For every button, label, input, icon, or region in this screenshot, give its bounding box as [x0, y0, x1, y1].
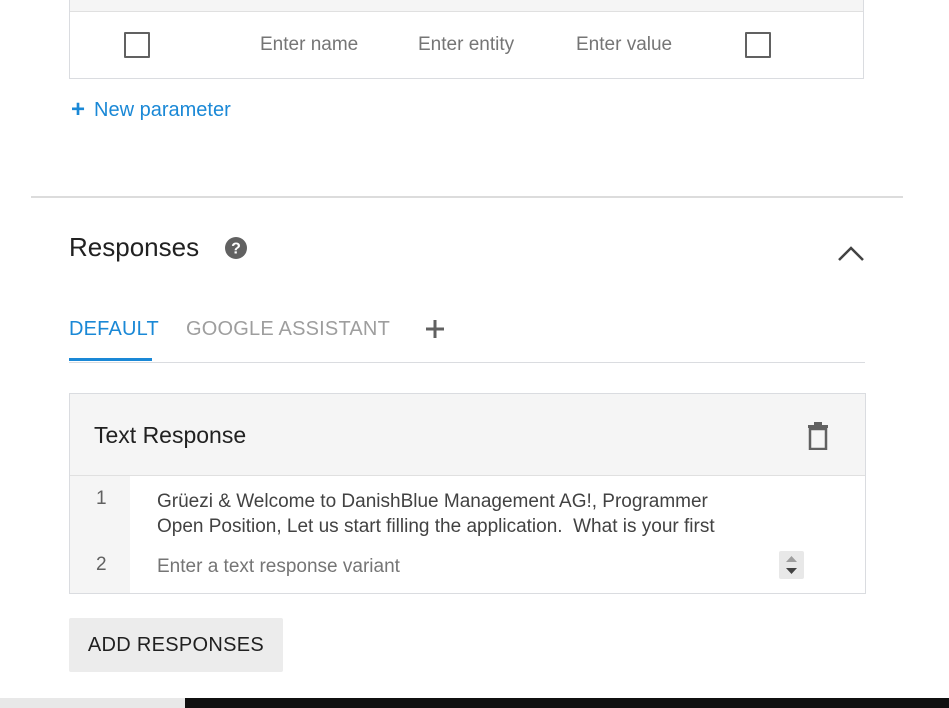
parameter-value-input[interactable]	[576, 33, 686, 57]
tab-google-assistant[interactable]: GOOGLE ASSISTANT	[186, 318, 390, 341]
line-number-gutter: 1 2	[70, 476, 130, 593]
text-response-title: Text Response	[94, 422, 247, 448]
text-response-variant-input[interactable]	[157, 554, 767, 580]
add-responses-button[interactable]: ADD RESPONSES	[69, 618, 283, 672]
trash-icon[interactable]	[806, 422, 830, 450]
text-response-variant-1[interactable]: Grüezi & Welcome to DanishBlue Managemen…	[157, 489, 797, 539]
line-number: 2	[96, 554, 107, 575]
taskbar-segment	[0, 698, 185, 708]
svg-text:?: ?	[231, 241, 241, 258]
responses-title: Responses	[69, 232, 200, 262]
plus-icon[interactable]	[424, 318, 446, 340]
parameter-entity-input[interactable]	[418, 33, 522, 57]
tab-default[interactable]: DEFAULT	[69, 318, 159, 341]
new-parameter-link[interactable]: + New parameter	[71, 98, 231, 122]
section-divider	[31, 196, 903, 198]
parameters-table	[69, 0, 864, 79]
new-parameter-label: New parameter	[94, 98, 231, 121]
plus-icon: +	[71, 96, 86, 123]
parameter-required-checkbox[interactable]	[124, 32, 150, 58]
taskbar	[185, 698, 949, 708]
text-response-card: Text Response 1 2 Grüezi & Welcome to Da…	[69, 393, 866, 594]
parameter-name-input[interactable]	[260, 33, 363, 57]
line-number: 1	[96, 488, 107, 509]
responses-tabs: DEFAULT GOOGLE ASSISTANT	[69, 312, 865, 363]
parameters-table-header	[70, 0, 863, 12]
text-response-header: Text Response	[70, 394, 865, 476]
chevron-up-icon[interactable]	[836, 243, 866, 263]
help-circle-icon[interactable]: ?	[224, 236, 248, 260]
resize-stepper-icon[interactable]	[779, 551, 804, 579]
parameter-is-list-checkbox[interactable]	[745, 32, 771, 58]
active-tab-indicator	[69, 358, 152, 361]
